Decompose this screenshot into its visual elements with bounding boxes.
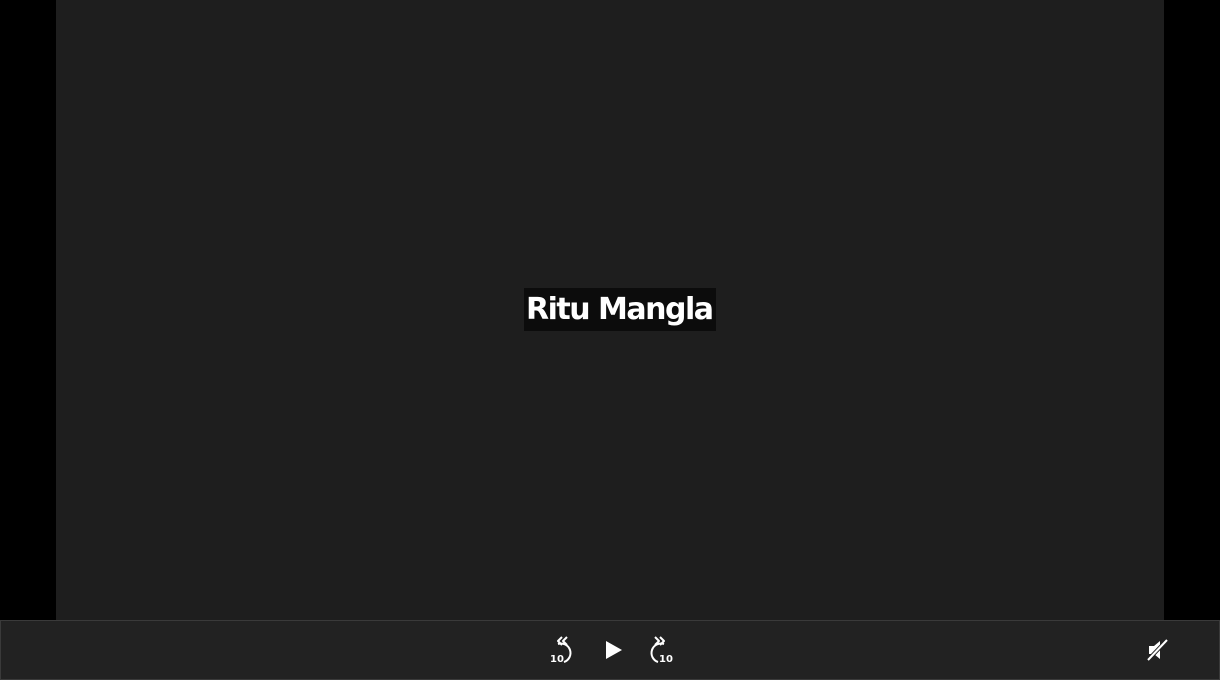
play-button[interactable] bbox=[596, 633, 630, 667]
participant-name-label: Ritu Mangla bbox=[524, 288, 717, 331]
rewind-seconds-label: 10 bbox=[550, 654, 564, 665]
rewind-10-button[interactable]: 10 bbox=[547, 633, 581, 667]
forward-seconds-label: 10 bbox=[659, 654, 673, 665]
control-bar: 10 10 bbox=[0, 620, 1220, 680]
mute-toggle-button[interactable] bbox=[1141, 633, 1175, 667]
video-area[interactable]: Ritu Mangla bbox=[0, 0, 1220, 620]
forward-10-button[interactable]: 10 bbox=[641, 633, 675, 667]
volume-muted-icon bbox=[1146, 638, 1169, 662]
video-player: Ritu Mangla 10 10 bbox=[0, 0, 1220, 680]
rewind-10-icon: 10 bbox=[550, 636, 572, 665]
forward-10-icon: 10 bbox=[650, 636, 673, 665]
play-icon bbox=[606, 641, 622, 659]
